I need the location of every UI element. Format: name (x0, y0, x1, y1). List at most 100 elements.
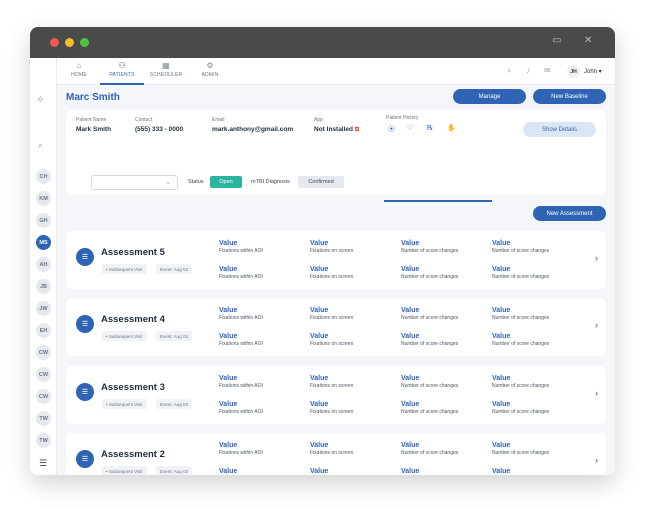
bell-icon[interactable]: ♪ (526, 66, 530, 75)
close-window-button[interactable] (50, 38, 59, 47)
metric: ValueNumber of score changes (492, 400, 577, 416)
metric-label: Fixations within AOI (219, 409, 263, 415)
close-icon[interactable]: ✕ (584, 35, 592, 46)
user-menu[interactable]: John ▾ (584, 68, 602, 75)
patient-avatar[interactable]: JB (36, 279, 51, 294)
app-status-text: Not Installed (314, 126, 354, 133)
status-badge[interactable]: Open (210, 176, 242, 188)
title-bar: ▭ ✕ (30, 27, 615, 58)
metric: ValueNumber of score changes (401, 467, 486, 475)
assessment-select[interactable]: ⌄ (91, 175, 178, 190)
chevron-right-icon[interactable]: › (595, 388, 598, 398)
mail-icon[interactable]: ✉ (544, 66, 551, 75)
tab-scheduler[interactable]: ▦ SCHEDULER (144, 61, 188, 78)
patient-avatar[interactable]: EH (36, 323, 51, 338)
patient-avatar[interactable]: KM (36, 191, 51, 206)
chevron-right-icon[interactable]: › (595, 455, 598, 465)
metric-label: Number of score changes (492, 341, 550, 347)
assessment-card[interactable]: ☰ Assessment 3 • Subsequent Visit Event: Au… (66, 366, 606, 424)
metric-value: Value (219, 375, 238, 382)
metric: ValueFixations within AOI (219, 265, 304, 281)
metric: ValueFixations within AOI (219, 239, 304, 255)
heart-icon[interactable]: ♡ (407, 124, 413, 132)
restore-icon[interactable]: ▭ (552, 35, 561, 46)
tab-admin[interactable]: ⚙ ADMIN (188, 61, 232, 78)
metric-label: Fixations on screen (310, 341, 354, 347)
search-icon[interactable]: ⌕ (507, 66, 511, 76)
maximize-window-button[interactable] (80, 38, 89, 47)
metric: ValueNumber of score changes (401, 306, 486, 322)
metric-value: Value (492, 401, 511, 408)
user-avatar[interactable]: JH (567, 65, 580, 78)
email-value[interactable]: mark.anthony@gmail.com (212, 126, 293, 133)
visit-tag: • Subsequent Visit (102, 466, 147, 475)
metric: ValueNumber of score changes (492, 467, 577, 475)
metric-label: Fixations within AOI (219, 315, 263, 321)
new-assessment-button[interactable]: New Assessment (533, 206, 606, 221)
metric-label: Fixations within AOI (219, 248, 263, 254)
section-indicator (384, 200, 492, 202)
show-details-button[interactable]: Show Details (523, 122, 596, 137)
metric-label: Fixations within AOI (219, 450, 263, 456)
metric: ValueFixations within AOI (219, 467, 304, 475)
main-content: ⌂ HOME ⚇ PATIENTS ▦ SCHEDULER ⚙ ADMIN ⌕ ♪ ✉ JH … (57, 58, 615, 475)
external-link-icon[interactable]: ⧉ (355, 127, 359, 133)
new-baseline-button[interactable]: New Baseline (533, 89, 606, 104)
contact-label: Contact (135, 117, 153, 123)
metric-value: Value (219, 333, 238, 340)
chevron-right-icon[interactable]: › (595, 320, 598, 330)
patient-avatar[interactable]: TW (36, 433, 51, 448)
metric-value: Value (401, 307, 420, 314)
metric: ValueFixations on screen (310, 374, 395, 390)
patient-avatar[interactable]: CW (36, 345, 51, 360)
patient-avatar[interactable]: CH (36, 169, 51, 184)
metric-value: Value (492, 266, 511, 273)
event-date: Event: Aug 03 (156, 264, 193, 274)
patient-sidebar: ⟡ ⌕ CH KM GH MS AH JB JW EH CW CW CW TW TW ☰ (30, 58, 57, 475)
menu-icon[interactable]: ☰ (39, 458, 47, 469)
assessment-card[interactable]: ☰ Assessment 4 • Subsequent Visit Event: Au… (66, 298, 606, 356)
search-icon[interactable]: ⌕ (38, 140, 43, 151)
metric-label: Fixations within AOI (219, 383, 263, 389)
email-label: Email (212, 117, 225, 123)
metric-value: Value (492, 240, 511, 247)
metric-label: Number of score changes (492, 383, 550, 389)
patient-avatar[interactable]: CW (36, 389, 51, 404)
visit-type: Subsequent Visit (108, 266, 143, 272)
event-date: Event: Aug 03 (156, 466, 193, 475)
metric-value: Value (219, 266, 238, 273)
metric-value: Value (219, 307, 238, 314)
metric: ValueFixations on screen (310, 467, 395, 475)
tab-home[interactable]: ⌂ HOME (57, 61, 101, 78)
metric-value: Value (401, 468, 420, 475)
patient-avatar[interactable]: TW (36, 411, 51, 426)
metric: ValueFixations within AOI (219, 332, 304, 348)
assessment-card[interactable]: ☰ Assessment 5 • Subsequent Visit Event: Au… (66, 231, 606, 289)
minimize-window-button[interactable] (65, 38, 74, 47)
assessment-title: Assessment 5 (101, 247, 165, 258)
patient-avatar[interactable]: GH (36, 213, 51, 228)
metric-label: Number of score changes (401, 383, 459, 389)
brain-icon[interactable]: ⦿ (388, 124, 395, 134)
assessment-card[interactable]: ☰ Assessment 2 • Subsequent Visit Event: Au… (66, 433, 606, 475)
metric-label: Number of score changes (492, 274, 550, 280)
manage-button[interactable]: Manage (453, 89, 526, 104)
hand-icon[interactable]: ✋ (447, 124, 456, 132)
app-status[interactable]: Not Installed ⧉ (314, 126, 359, 134)
patient-avatar[interactable]: AH (36, 257, 51, 272)
prescription-icon[interactable]: ℞ (427, 124, 433, 132)
metric-value: Value (219, 401, 238, 408)
chevron-right-icon[interactable]: › (595, 253, 598, 263)
visit-type: Subsequent Visit (108, 401, 143, 407)
patient-avatar[interactable]: MS (36, 235, 51, 250)
metric-value: Value (401, 333, 420, 340)
chevron-down-icon: ⌄ (165, 179, 171, 186)
metric-label: Fixations on screen (310, 274, 354, 280)
metric-value: Value (401, 240, 420, 247)
tab-patients[interactable]: ⚇ PATIENTS (100, 61, 144, 78)
metric: ValueNumber of score changes (492, 332, 577, 348)
patient-avatar[interactable]: CW (36, 367, 51, 382)
patient-avatar[interactable]: JW (36, 301, 51, 316)
diagnosis-badge[interactable]: Confirmed (298, 176, 344, 188)
metric: ValueFixations within AOI (219, 374, 304, 390)
